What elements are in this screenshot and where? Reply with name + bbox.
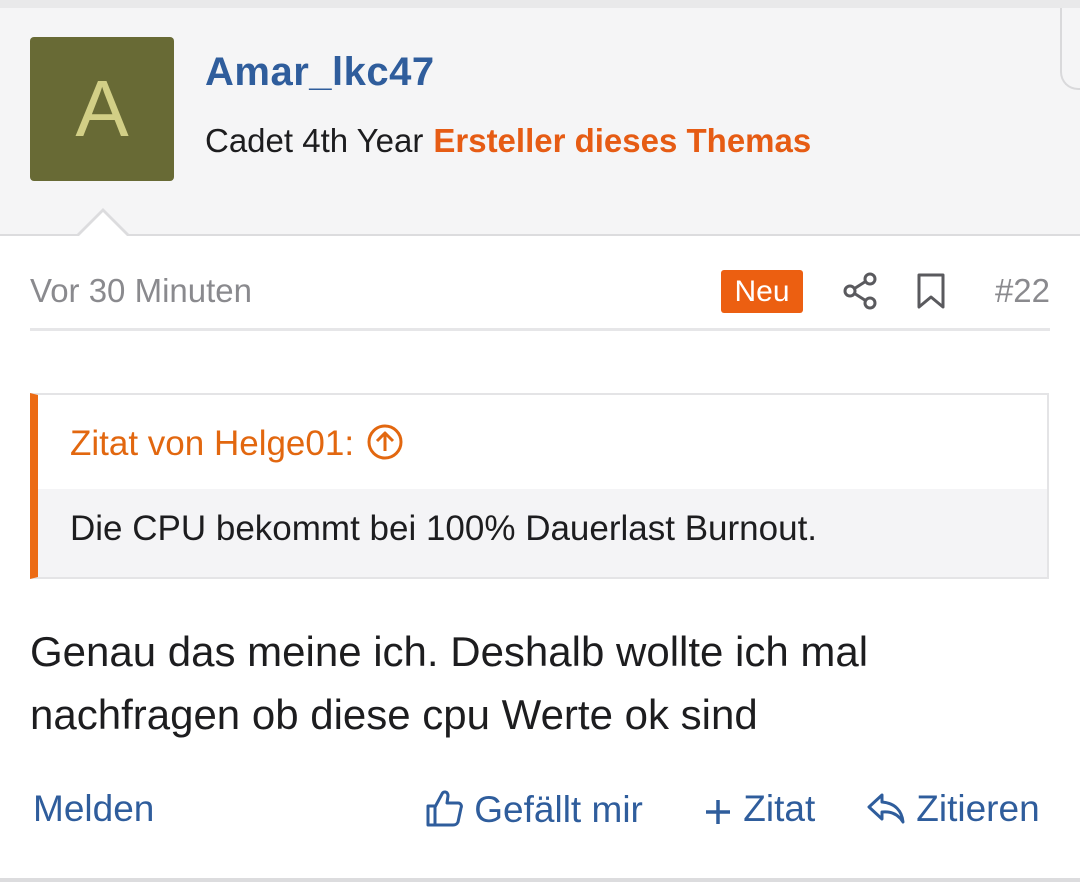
quote-header: Zitat von Helge01: — [38, 395, 1047, 489]
bottom-divider — [0, 878, 1080, 882]
header-pointer-inner — [78, 212, 128, 237]
avatar-letter: A — [75, 64, 129, 153]
user-rank: Cadet 4th Year — [205, 122, 424, 159]
report-label: Melden — [33, 788, 155, 829]
quote-text: Die CPU bekommt bei 100% Dauerlast Burno… — [70, 509, 818, 548]
post-meta-bar: Vor 30 Minuten Neu #22 — [30, 256, 1050, 331]
scroll-edge-indicator — [1060, 8, 1080, 90]
post-actions-bar: Melden Gefällt mir Zitat Zitieren — [0, 770, 1080, 850]
add-quote-button[interactable]: Zitat — [703, 788, 815, 830]
post-author-header: A Amar_lkc47 Cadet 4th Year Ersteller die… — [0, 8, 1080, 236]
author-rank-line: Cadet 4th Year Ersteller dieses Themas — [205, 122, 811, 160]
post-timestamp[interactable]: Vor 30 Minuten — [30, 272, 252, 310]
thumbs-up-icon — [426, 790, 463, 827]
post-number[interactable]: #22 — [995, 272, 1050, 310]
username-link[interactable]: Amar_lkc47 — [205, 50, 435, 95]
plus-icon — [706, 800, 730, 824]
top-divider — [0, 0, 1080, 8]
post-message: Genau das meine ich. Deshalb wollte ich … — [30, 628, 869, 738]
quote-block: Zitat von Helge01: Die CPU bekommt bei 1… — [30, 393, 1049, 579]
share-icon[interactable] — [842, 272, 878, 310]
quote-author-label: Zitat von Helge01: — [70, 424, 355, 463]
quote-body: Die CPU bekommt bei 100% Dauerlast Burno… — [38, 489, 1047, 577]
arrow-up-circle-icon[interactable] — [366, 423, 404, 461]
quote-author-link[interactable]: Zitat von Helge01: — [70, 423, 404, 464]
bookmark-icon[interactable] — [916, 273, 946, 309]
reply-button[interactable]: Zitieren — [866, 788, 1040, 830]
like-label: Gefällt mir — [474, 789, 643, 830]
thread-starter-label: Ersteller dieses Themas — [433, 122, 812, 159]
avatar[interactable]: A — [30, 37, 174, 181]
new-badge: Neu — [721, 270, 803, 313]
like-button[interactable]: Gefällt mir — [424, 788, 643, 831]
report-button[interactable]: Melden — [33, 788, 154, 830]
reply-arrow-icon — [867, 793, 905, 824]
reply-label: Zitieren — [916, 788, 1040, 829]
add-quote-label: Zitat — [743, 788, 816, 829]
